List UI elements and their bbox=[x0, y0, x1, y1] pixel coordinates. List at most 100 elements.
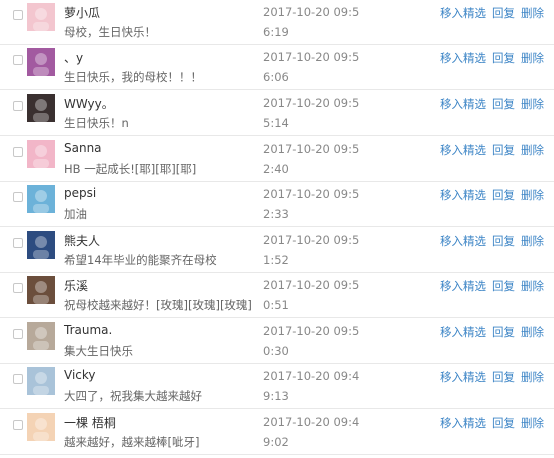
comment-row: 、y 生日快乐，我的母校！！！ 2017-10-20 09:5 6:06 移入精选 回复删… bbox=[0, 45, 554, 90]
comment-text: 母校，生日快乐！ bbox=[64, 25, 156, 39]
row-checkbox[interactable] bbox=[13, 283, 23, 293]
delete-link[interactable]: 删除 bbox=[521, 188, 544, 202]
row-checkbox[interactable] bbox=[13, 10, 23, 20]
reply-link[interactable]: 回复 bbox=[492, 370, 515, 384]
delete-link[interactable]: 删除 bbox=[521, 370, 544, 384]
move-to-featured-link[interactable]: 移入精选 bbox=[440, 143, 486, 157]
comment-time: 6:06 bbox=[263, 70, 289, 84]
commenter-name[interactable]: Vicky bbox=[64, 368, 96, 382]
avatar[interactable] bbox=[27, 322, 55, 350]
comment-date: 2017-10-20 09:5 bbox=[263, 50, 360, 64]
comment-time: 5:14 bbox=[263, 116, 289, 130]
comment-row: WWyy。生日快乐！n 2017-10-20 09:5 5:14 移入精选 回复 删除 bbox=[0, 91, 554, 136]
commenter-name[interactable]: 乐溪 bbox=[64, 277, 88, 294]
delete-link[interactable]: 删除 bbox=[521, 143, 544, 157]
comment-date: 2017-10-20 09:5 bbox=[263, 142, 360, 156]
avatar[interactable] bbox=[27, 276, 55, 304]
comment-time: 9:13 bbox=[263, 389, 289, 403]
comment-row: Trauma. 集大生日快乐 2017-10-20 09:5 0:30 移入精选 回复 删除 bbox=[0, 319, 554, 364]
avatar[interactable] bbox=[27, 413, 55, 441]
move-to-featured-link[interactable]: 移入精选 bbox=[440, 416, 486, 430]
comment-time: 0:30 bbox=[263, 344, 289, 358]
avatar[interactable] bbox=[27, 185, 55, 213]
comment-time: 0:51 bbox=[263, 298, 289, 312]
reply-link[interactable]: 回复 bbox=[492, 143, 515, 157]
move-to-featured-link[interactable]: 移入精选 bbox=[440, 6, 486, 20]
comment-time: 6:19 bbox=[263, 25, 289, 39]
row-actions: 移入精选 回复 删除 bbox=[440, 324, 544, 340]
comment-time: 9:02 bbox=[263, 435, 289, 449]
row-checkbox[interactable] bbox=[13, 374, 23, 384]
avatar[interactable] bbox=[27, 140, 55, 168]
comment-row: Vicky 大四了，祝我集大越来越好 2017-10-20 09:4 9:13 移入精选… bbox=[0, 364, 554, 409]
delete-link[interactable]: 删除 bbox=[521, 51, 544, 65]
comment-date: 2017-10-20 09:4 bbox=[263, 369, 360, 383]
commenter-name[interactable]: pepsi bbox=[64, 186, 96, 200]
move-to-featured-link[interactable]: 移入精选 bbox=[440, 279, 486, 293]
reply-link[interactable]: 回复 bbox=[492, 97, 515, 111]
delete-link[interactable]: 删除 bbox=[521, 234, 544, 248]
move-to-featured-link[interactable]: 移入精选 bbox=[440, 51, 486, 65]
comment-date: 2017-10-20 09:5 bbox=[263, 187, 360, 201]
move-to-featured-link[interactable]: 移入精选 bbox=[440, 188, 486, 202]
move-to-featured-link[interactable]: 移入精选 bbox=[440, 325, 486, 339]
avatar[interactable] bbox=[27, 94, 55, 122]
comment-row: 熊夫人 希望14年毕业的能聚齐在母校 2017-10-20 09:5 1:52 移入精选… bbox=[0, 228, 554, 273]
comment-date: 2017-10-20 09:5 bbox=[263, 5, 360, 19]
row-checkbox[interactable] bbox=[13, 238, 23, 248]
comment-date: 2017-10-20 09:5 bbox=[263, 278, 360, 292]
comment-time: 2:40 bbox=[263, 162, 289, 176]
row-checkbox[interactable] bbox=[13, 55, 23, 65]
commenter-name[interactable]: Trauma. bbox=[64, 323, 112, 337]
row-checkbox[interactable] bbox=[13, 329, 23, 339]
comment-row: Sanna HB 一起成长![耶][耶][耶] 2017-10-20 09:5 2:4… bbox=[0, 137, 554, 182]
row-checkbox[interactable] bbox=[13, 192, 23, 202]
comment-text: HB 一起成长![耶][耶][耶] bbox=[64, 162, 197, 176]
commenter-name[interactable]: 熊夫人 bbox=[64, 232, 100, 249]
avatar[interactable] bbox=[27, 231, 55, 259]
move-to-featured-link[interactable]: 移入精选 bbox=[440, 97, 486, 111]
move-to-featured-link[interactable]: 移入精选 bbox=[440, 234, 486, 248]
commenter-name[interactable]: 萝小瓜 bbox=[64, 4, 100, 21]
reply-link[interactable]: 回复 bbox=[492, 51, 515, 65]
reply-link[interactable]: 回复 bbox=[492, 325, 515, 339]
comment-text: 生日快乐！n bbox=[64, 116, 129, 130]
comment-text: 大四了，祝我集大越来越好 bbox=[64, 389, 202, 403]
delete-link[interactable]: 删除 bbox=[521, 325, 544, 339]
row-actions: 移入精选 回复 删除 bbox=[440, 415, 544, 431]
commenter-name[interactable]: WWyy。 bbox=[64, 95, 114, 112]
reply-link[interactable]: 回复 bbox=[492, 416, 515, 430]
row-actions: 移入精选 回复 删除 bbox=[440, 369, 544, 385]
row-actions: 移入精选 回复 删除 bbox=[440, 278, 544, 294]
comment-list: 萝小瓜 母校，生日快乐！ 2017-10-20 09:5 6:19 移入精选 回复 删除 、y… bbox=[0, 0, 554, 458]
avatar[interactable] bbox=[27, 48, 55, 76]
comment-date: 2017-10-20 09:5 bbox=[263, 96, 360, 110]
comment-text: 加油 bbox=[64, 207, 87, 221]
row-actions: 移入精选 回复 删除 bbox=[440, 142, 544, 158]
delete-link[interactable]: 删除 bbox=[521, 97, 544, 111]
avatar[interactable] bbox=[27, 367, 55, 395]
delete-link[interactable]: 删除 bbox=[521, 279, 544, 293]
reply-link[interactable]: 回复 bbox=[492, 188, 515, 202]
comment-row: 一棵 梧桐 越来越好，越来越棒[呲牙] 2017-10-20 09:4 9:02 移入精… bbox=[0, 410, 554, 455]
delete-link[interactable]: 删除 bbox=[521, 416, 544, 430]
row-actions: 移入精选 回复 删除 bbox=[440, 5, 544, 21]
row-actions: 移入精选 回复 删除 bbox=[440, 50, 544, 66]
commenter-name[interactable]: Sanna bbox=[64, 141, 102, 155]
row-checkbox[interactable] bbox=[13, 147, 23, 157]
delete-link[interactable]: 删除 bbox=[521, 6, 544, 20]
commenter-name[interactable]: 、y bbox=[64, 49, 83, 66]
row-checkbox[interactable] bbox=[13, 420, 23, 430]
reply-link[interactable]: 回复 bbox=[492, 279, 515, 293]
comment-time: 2:33 bbox=[263, 207, 289, 221]
comment-text: 集大生日快乐 bbox=[64, 344, 133, 358]
reply-link[interactable]: 回复 bbox=[492, 6, 515, 20]
commenter-name[interactable]: 一棵 梧桐 bbox=[64, 414, 116, 431]
move-to-featured-link[interactable]: 移入精选 bbox=[440, 370, 486, 384]
row-checkbox[interactable] bbox=[13, 101, 23, 111]
comment-row: pepsi 加油 2017-10-20 09:5 2:33 移入精选 回复 删除 bbox=[0, 182, 554, 227]
reply-link[interactable]: 回复 bbox=[492, 234, 515, 248]
avatar[interactable] bbox=[27, 3, 55, 31]
comment-row: 萝小瓜母校，生日快乐！ 2017-10-20 09:5 6:19 移入精选 回复 删除 bbox=[0, 0, 554, 45]
row-actions: 移入精选 回复 删除 bbox=[440, 187, 544, 203]
